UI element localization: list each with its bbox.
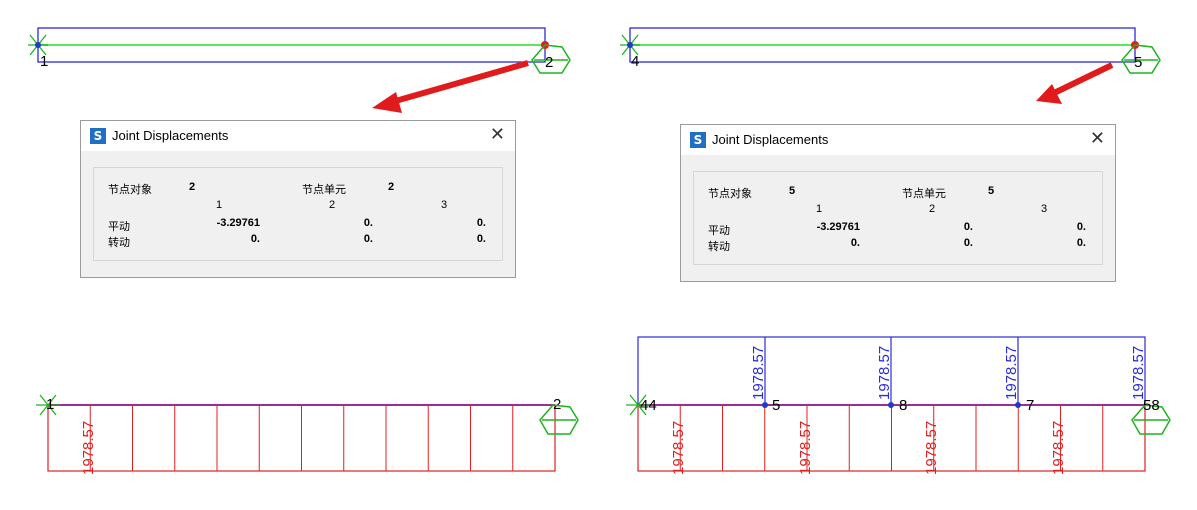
moment-value-label: 1978.57 bbox=[670, 421, 687, 475]
node-label: 4 bbox=[631, 53, 639, 70]
results-panel bbox=[93, 167, 503, 261]
results-panel bbox=[693, 171, 1103, 265]
joint-value: 2 bbox=[189, 181, 196, 193]
moment-value-label: 1978.57 bbox=[797, 421, 814, 475]
column-header: 2 bbox=[329, 199, 336, 211]
joint-displacements-dialog-left[interactable]: S Joint Displacements ✕ 节点对象 2 节点单元 2 1 … bbox=[80, 120, 516, 278]
column-header: 3 bbox=[1041, 203, 1048, 215]
node-marker[interactable] bbox=[762, 402, 768, 408]
value-cell: -3.29761 bbox=[216, 217, 260, 229]
close-button[interactable]: ✕ bbox=[1090, 128, 1105, 149]
moment-value-label: 1978.57 bbox=[1130, 346, 1147, 400]
joint-displacements-dialog-right[interactable]: S Joint Displacements ✕ 节点对象 5 节点单元 5 1 … bbox=[680, 124, 1116, 282]
node-label: 2 bbox=[545, 54, 553, 71]
pointer-arrow-icon bbox=[1036, 62, 1114, 104]
dialog-title: Joint Displacements bbox=[712, 132, 829, 147]
node-marker[interactable] bbox=[888, 402, 894, 408]
value-cell: 0. bbox=[963, 221, 973, 233]
app-logo-icon: S bbox=[690, 132, 706, 148]
node-label: 5 bbox=[772, 397, 780, 414]
top-left-beam[interactable] bbox=[37, 27, 546, 63]
node-label: 8 bbox=[899, 397, 907, 414]
node-marker[interactable] bbox=[35, 42, 41, 48]
value-cell: 0. bbox=[850, 237, 860, 249]
value-cell: 0. bbox=[1076, 237, 1086, 249]
node-label: 1 bbox=[46, 396, 54, 413]
moment-value-label: 1978.57 bbox=[750, 346, 767, 400]
element-label: 节点单元 bbox=[902, 188, 946, 200]
column-header: 3 bbox=[441, 199, 448, 211]
value-cell: 0. bbox=[476, 217, 486, 229]
column-header: 2 bbox=[929, 203, 936, 215]
dialog-title: Joint Displacements bbox=[112, 128, 229, 143]
value-cell: 0. bbox=[363, 217, 373, 229]
moment-value-label: 1978.57 bbox=[1003, 346, 1020, 400]
node-label: 7 bbox=[1026, 397, 1034, 414]
value-cell: 0. bbox=[963, 237, 973, 249]
node-label: 1 bbox=[40, 53, 48, 70]
column-header: 1 bbox=[816, 203, 823, 215]
joint-value: 5 bbox=[789, 185, 796, 197]
value-cell: 0. bbox=[1076, 221, 1086, 233]
element-value: 5 bbox=[988, 185, 995, 197]
row-label: 转动 bbox=[708, 241, 730, 253]
value-cell: -3.29761 bbox=[816, 221, 860, 233]
joint-label: 节点对象 bbox=[708, 188, 752, 200]
pointer-arrow-icon bbox=[372, 60, 529, 113]
joint-label: 节点对象 bbox=[108, 184, 152, 196]
node-marker[interactable] bbox=[1015, 402, 1021, 408]
top-right-beam[interactable] bbox=[629, 27, 1136, 63]
value-cell: 0. bbox=[476, 233, 486, 245]
node-label: 44 bbox=[640, 397, 657, 414]
element-value: 2 bbox=[388, 181, 395, 193]
dialog-titlebar[interactable]: S Joint Displacements ✕ bbox=[81, 121, 515, 151]
value-cell: 0. bbox=[363, 233, 373, 245]
value-cell: 0. bbox=[250, 233, 260, 245]
moment-value-label: 1978.57 bbox=[80, 421, 97, 475]
node-marker[interactable] bbox=[627, 42, 633, 48]
row-label: 转动 bbox=[108, 237, 130, 249]
node-label: 5 bbox=[1134, 54, 1142, 71]
app-logo-icon: S bbox=[90, 128, 106, 144]
moment-value-label: 1978.57 bbox=[1050, 421, 1067, 475]
close-button[interactable]: ✕ bbox=[490, 124, 505, 145]
moment-value-label: 1978.57 bbox=[876, 346, 893, 400]
column-header: 1 bbox=[216, 199, 223, 211]
dialog-titlebar[interactable]: S Joint Displacements ✕ bbox=[681, 125, 1115, 155]
moment-value-label: 1978.57 bbox=[923, 421, 940, 475]
row-label: 平动 bbox=[708, 225, 730, 237]
element-label: 节点单元 bbox=[302, 184, 346, 196]
row-label: 平动 bbox=[108, 221, 130, 233]
bottom-left-moment-diagram[interactable] bbox=[47, 404, 556, 472]
